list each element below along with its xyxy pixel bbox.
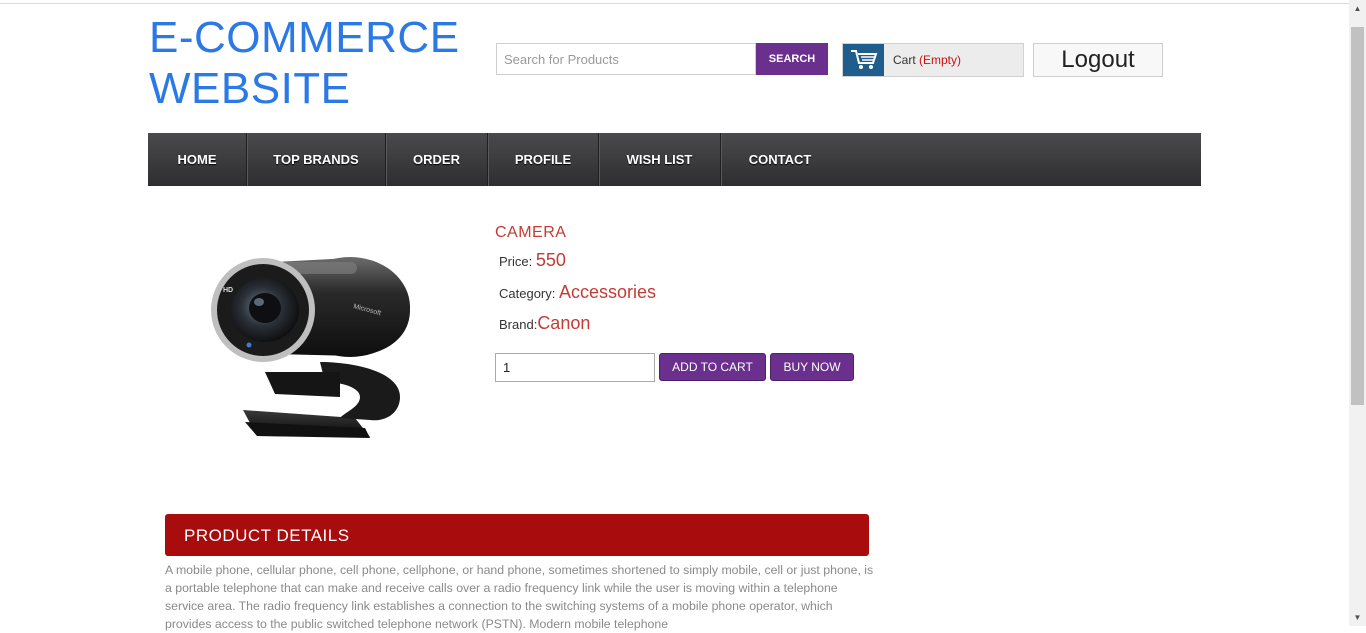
scroll-down-icon[interactable]: ▼	[1349, 609, 1366, 626]
svg-text:HD: HD	[223, 287, 233, 294]
nav-item-profile[interactable]: PROFILE	[488, 133, 599, 186]
brand-label: Brand:	[499, 317, 538, 332]
logo-line-1: E-COMMERCE	[149, 13, 460, 62]
cart-status: (Empty)	[919, 53, 962, 67]
cart-label: Cart	[893, 53, 916, 67]
quantity-input[interactable]	[495, 353, 655, 382]
logo-line-2: WEBSITE	[149, 64, 351, 113]
category-value: Accessories	[559, 282, 657, 302]
nav-item-wish-list[interactable]: WISH LIST	[599, 133, 721, 186]
nav-item-home[interactable]: HOME	[148, 133, 247, 186]
brand-value: Canon	[537, 313, 591, 333]
search-button[interactable]: SEARCH	[756, 43, 828, 75]
page-scrollbar[interactable]: ▲ ▼	[1349, 0, 1366, 626]
add-to-cart-button[interactable]: ADD TO CART	[659, 353, 766, 381]
product-title: CAMERA	[495, 224, 567, 241]
price-label: Price:	[499, 254, 533, 269]
nav-item-order[interactable]: ORDER	[386, 133, 488, 186]
search-input[interactable]	[496, 43, 756, 75]
buy-now-button[interactable]: BUY NOW	[770, 353, 854, 381]
main-nav: HOME TOP BRANDS ORDER PROFILE WISH LIST …	[148, 133, 1201, 186]
site-logo[interactable]: E-COMMERCE WEBSITE	[149, 12, 460, 114]
logout-button[interactable]: Logout	[1033, 43, 1163, 77]
product-image: HD Microsoft	[165, 222, 475, 472]
nav-item-contact[interactable]: CONTACT	[721, 133, 839, 186]
price-row: Price: 550	[499, 250, 566, 271]
category-label: Category:	[499, 286, 556, 301]
scroll-thumb[interactable]	[1351, 27, 1364, 405]
price-value: 550	[535, 250, 566, 270]
cart-text: Cart (Empty)	[893, 53, 961, 67]
product-details-heading: PRODUCT DETAILS	[165, 514, 869, 556]
scroll-up-icon[interactable]: ▲	[1349, 0, 1366, 17]
product-description: A mobile phone, cellular phone, cell pho…	[165, 563, 874, 631]
webcam-image-icon: HD Microsoft	[211, 257, 410, 438]
cart-widget[interactable]: Cart (Empty)	[842, 43, 1024, 77]
category-row: Category: Accessories	[499, 282, 656, 303]
top-border	[0, 3, 1349, 4]
cart-icon	[843, 44, 884, 76]
nav-item-top-brands[interactable]: TOP BRANDS	[247, 133, 386, 186]
brand-row: Brand:Canon	[499, 313, 590, 334]
